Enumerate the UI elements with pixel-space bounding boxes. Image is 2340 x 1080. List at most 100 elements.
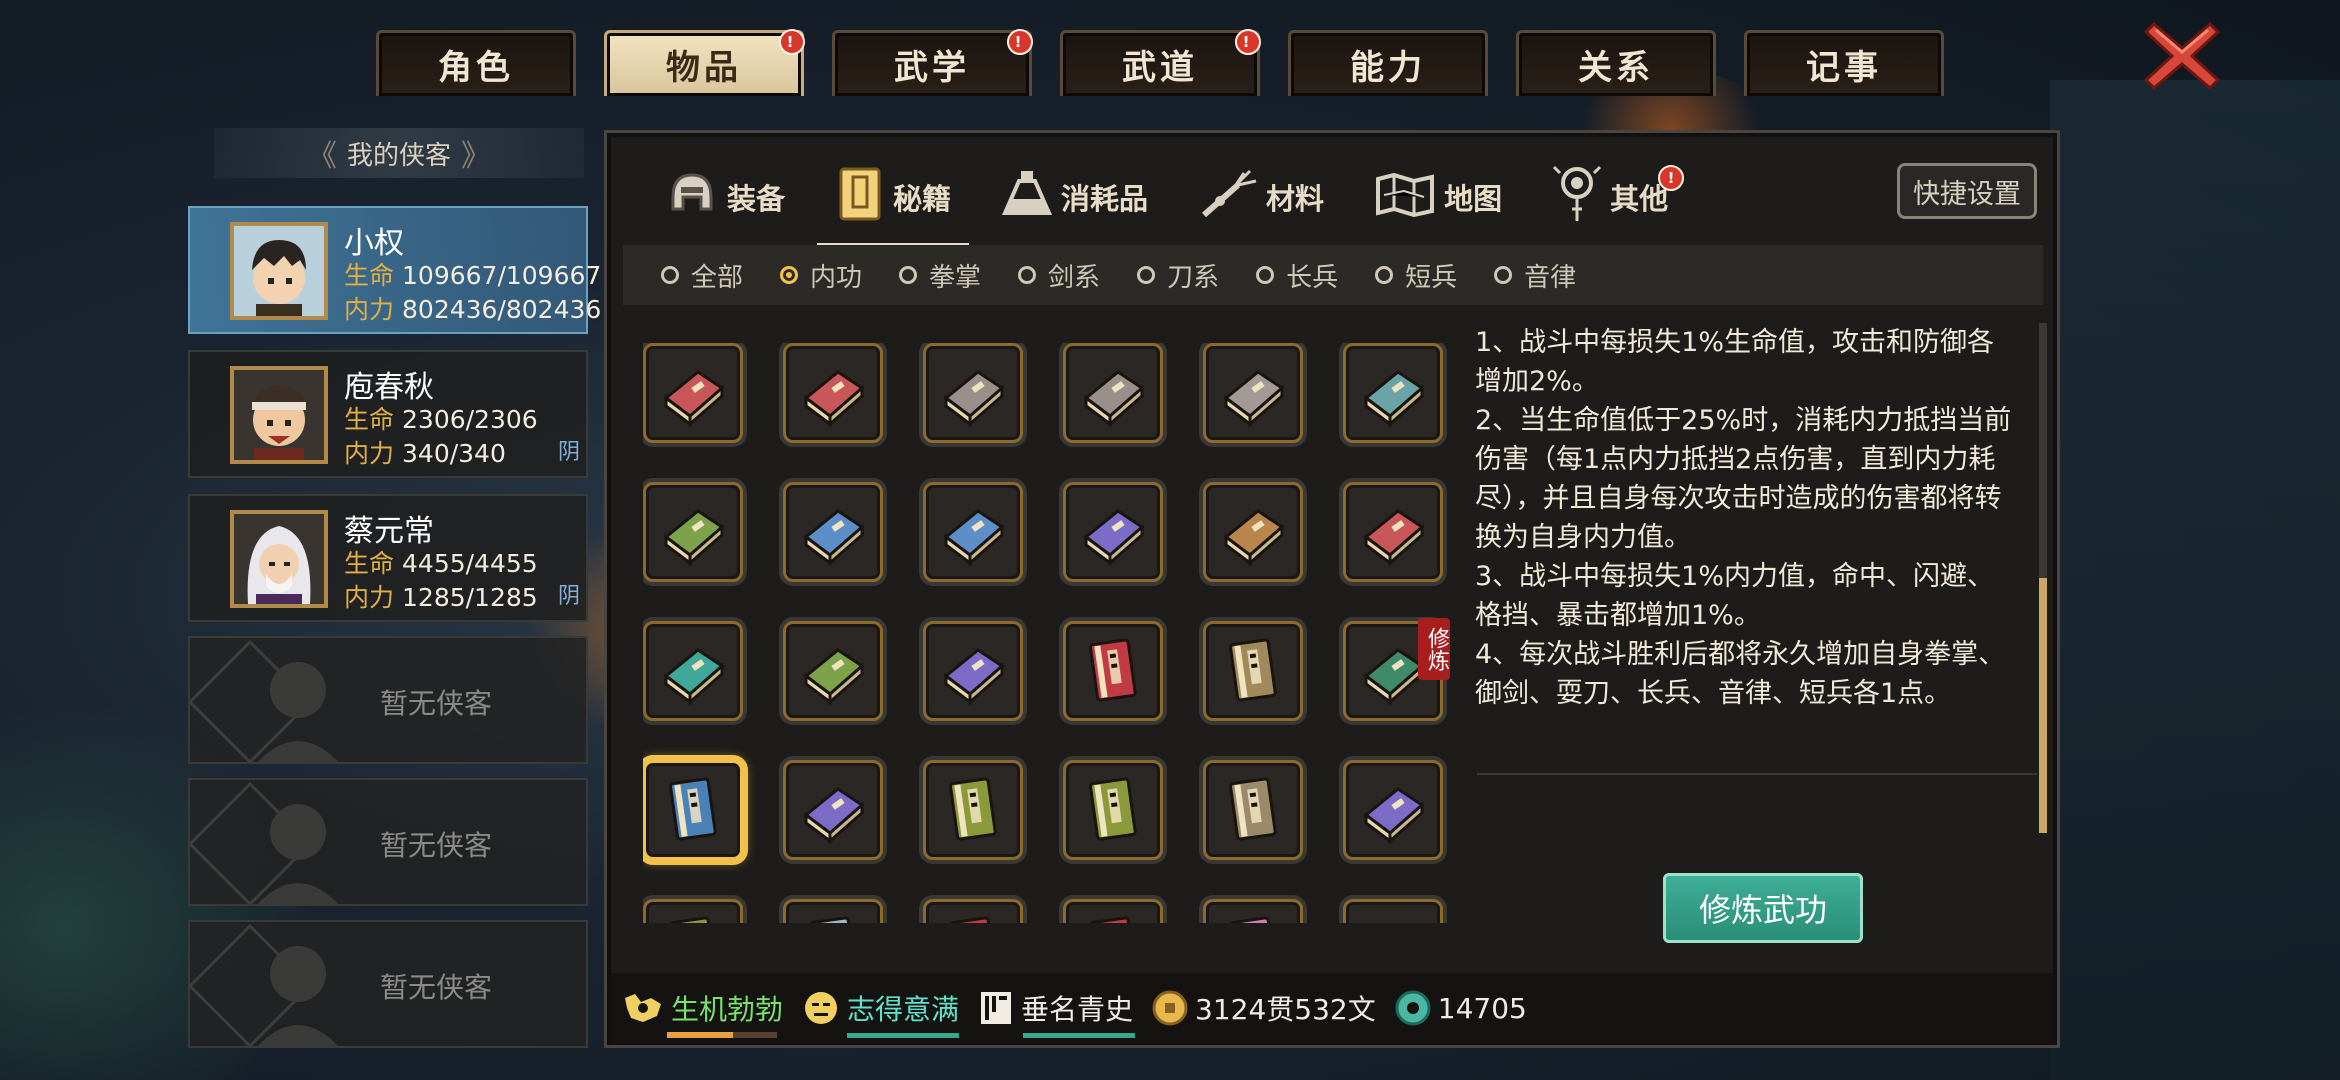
filter-option[interactable]: 音律 — [1494, 257, 1576, 294]
quick-settings-button[interactable]: 快捷设置 — [1897, 163, 2037, 219]
category-tab-1[interactable]: 秘籍 — [817, 151, 970, 247]
scroll-icon — [981, 992, 1012, 1024]
filter-option[interactable]: 刀系 — [1137, 257, 1219, 294]
filter-label: 短兵 — [1405, 262, 1458, 293]
item-slot[interactable] — [1063, 760, 1163, 860]
notification-badge: ! — [1658, 165, 1685, 191]
hp-value: 109667/109667 — [402, 261, 602, 290]
category-tab-4[interactable]: 地图 — [1356, 151, 1520, 243]
category-tab-label: 装备 — [727, 182, 786, 216]
filter-row: 全部 内功 拳掌 剑系 刀系 长兵 短兵 音律 — [623, 245, 2043, 305]
item-slot[interactable] — [1343, 343, 1443, 443]
scrollbar-thumb[interactable] — [2039, 578, 2047, 833]
category-tab-3[interactable]: 材料 — [1180, 151, 1342, 243]
fame-status: 垂名青史 — [977, 988, 1136, 1038]
item-slot[interactable] — [1203, 621, 1303, 721]
filter-option[interactable]: 短兵 — [1375, 257, 1457, 294]
item-slot[interactable] — [923, 621, 1023, 721]
mp-stat: 内力 802436/802436 — [344, 290, 601, 326]
item-slot[interactable] — [1063, 343, 1163, 443]
category-tab-bar: 装备 秘籍 消耗品 材料 地图 其他! — [647, 151, 1700, 247]
item-slot[interactable] — [1203, 343, 1303, 443]
item-slot[interactable] — [1343, 760, 1443, 860]
face-icon — [805, 992, 838, 1024]
empty-slot[interactable]: 暂无侠客 — [188, 920, 588, 1048]
item-slot[interactable] — [1343, 899, 1443, 923]
character-card-xiaoquan[interactable]: 小权 生命 109667/109667 内力 802436/802436 — [188, 206, 601, 334]
description-scrollbar[interactable] — [2039, 323, 2047, 833]
description-line: 1、战斗中每损失1%生命值，攻击和防御各增加2%。 — [1475, 327, 1995, 397]
item-slot[interactable] — [923, 899, 1023, 923]
filter-option[interactable]: 拳掌 — [899, 257, 981, 294]
mp-label: 内力 — [344, 295, 395, 324]
filter-option[interactable]: 剑系 — [1018, 257, 1100, 294]
top-tab-4[interactable]: 能力 — [1288, 30, 1488, 96]
top-tab-6[interactable]: 记事 — [1744, 30, 1944, 96]
item-slot[interactable] — [783, 760, 883, 860]
item-slot[interactable] — [783, 343, 883, 443]
filter-label: 全部 — [691, 262, 744, 293]
item-slot[interactable] — [643, 621, 743, 721]
filter-label: 刀系 — [1167, 262, 1220, 293]
hp-label: 生命 — [344, 261, 395, 290]
character-card-caiyuanchang[interactable]: 蔡元常 生命 4455/4455 内力 1285/1285 阴 — [188, 494, 588, 622]
empty-slot-label: 暂无侠客 — [380, 687, 493, 720]
hp-value: 2306/2306 — [402, 405, 538, 434]
radio-icon — [1137, 266, 1156, 284]
empty-slot-label: 暂无侠客 — [380, 829, 493, 862]
item-slot[interactable] — [1203, 482, 1303, 582]
hp-value: 4455/4455 — [402, 549, 538, 578]
train-martial-art-button[interactable]: 修炼武功 — [1663, 873, 1863, 943]
item-slot[interactable]: 修炼 — [1343, 618, 1450, 721]
item-slot[interactable] — [643, 760, 743, 860]
health-bar — [667, 1032, 777, 1038]
item-slot[interactable] — [643, 899, 743, 923]
mp-value: 1285/1285 — [402, 583, 538, 612]
category-tab-2[interactable]: 消耗品 — [983, 151, 1166, 243]
character-card-paochunqiu[interactable]: 庖春秋 生命 2306/2306 内力 340/340 阴 — [188, 350, 588, 478]
muscle-icon — [625, 994, 661, 1022]
hp-stat: 生命 109667/109667 — [344, 256, 601, 292]
category-tab-5[interactable]: 其他! — [1534, 151, 1686, 243]
item-slot[interactable] — [1063, 482, 1163, 582]
mp-stat: 内力 340/340 — [344, 434, 506, 470]
divider — [1477, 773, 2037, 775]
category-tab-label: 秘籍 — [893, 182, 952, 216]
top-tab-1[interactable]: 物品! — [604, 29, 805, 96]
filter-option[interactable]: 全部 — [661, 257, 743, 294]
top-tab-2[interactable]: 武学! — [832, 29, 1033, 96]
hp-stat: 生命 2306/2306 — [344, 400, 538, 436]
description-line: 3、战斗中每损失1%内力值，命中、闪避、格挡、暴击都增加1%。 — [1475, 561, 1995, 631]
top-tab-0[interactable]: 角色 — [376, 30, 576, 96]
item-slot[interactable] — [783, 621, 883, 721]
item-slot[interactable] — [923, 760, 1023, 860]
herb-icon — [1198, 167, 1258, 228]
filter-option[interactable]: 内功 — [780, 257, 862, 294]
item-slot[interactable] — [783, 482, 883, 582]
mp-label: 内力 — [344, 583, 395, 612]
mp-value: 340/340 — [402, 439, 506, 468]
item-slot[interactable] — [1343, 482, 1443, 582]
empty-slot[interactable]: 暂无侠客 — [188, 636, 588, 764]
top-tab-5[interactable]: 关系 — [1516, 30, 1716, 96]
item-slot[interactable] — [1063, 621, 1163, 721]
top-tab-3[interactable]: 武道! — [1060, 29, 1261, 96]
item-slot[interactable] — [923, 343, 1023, 443]
item-slot[interactable] — [1203, 899, 1303, 923]
close-icon[interactable] — [2140, 14, 2224, 98]
item-slot[interactable] — [643, 343, 743, 443]
item-slot[interactable] — [1203, 760, 1303, 860]
top-tab-label: 武道 — [1122, 48, 1198, 88]
category-tab-0[interactable]: 装备 — [647, 151, 803, 243]
item-slot[interactable] — [783, 899, 883, 923]
radio-icon — [661, 266, 679, 284]
notification-badge: ! — [779, 29, 805, 55]
empty-slot[interactable]: 暂无侠客 — [188, 778, 588, 906]
item-slot[interactable] — [1063, 899, 1163, 923]
item-slot[interactable] — [643, 482, 743, 582]
top-tab-label: 关系 — [1578, 48, 1654, 88]
item-slot[interactable] — [923, 482, 1023, 582]
filter-option[interactable]: 长兵 — [1256, 257, 1338, 294]
notification-badge: ! — [1235, 29, 1261, 55]
mp-value: 802436/802436 — [402, 295, 602, 324]
